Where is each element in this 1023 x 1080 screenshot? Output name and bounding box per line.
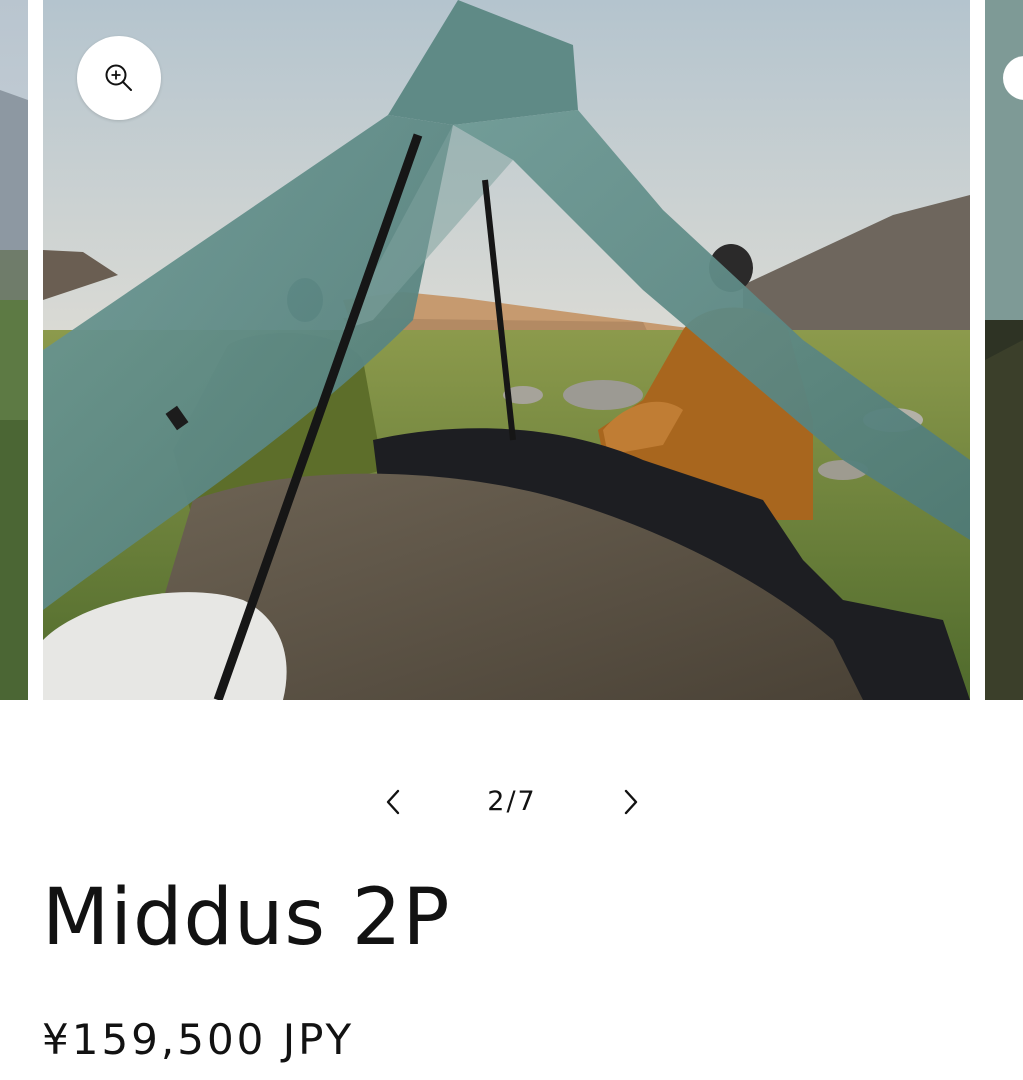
current-slide[interactable] — [43, 0, 970, 700]
zoom-button[interactable] — [77, 36, 161, 120]
product-price: ¥159,500 JPY — [42, 1015, 355, 1064]
product-title: Middus 2P — [42, 873, 451, 963]
chevron-right-icon — [624, 789, 638, 815]
gallery-pagination: 2/7 — [0, 772, 1023, 832]
product-page: 2/7 Middus 2P ¥159,500 JPY — [0, 0, 1023, 1080]
next-slide-peek[interactable] — [985, 0, 1023, 700]
previous-image-button[interactable] — [373, 782, 413, 822]
next-slide-image — [985, 0, 1023, 700]
zoom-in-icon — [105, 64, 132, 91]
chevron-left-icon — [386, 789, 400, 815]
product-image-gallery[interactable] — [0, 0, 1023, 700]
tent-photo — [43, 0, 970, 700]
slide-counter: 2/7 — [487, 786, 537, 817]
previous-slide-peek[interactable] — [0, 0, 28, 700]
previous-slide-image — [0, 0, 28, 700]
next-image-button[interactable] — [611, 782, 651, 822]
